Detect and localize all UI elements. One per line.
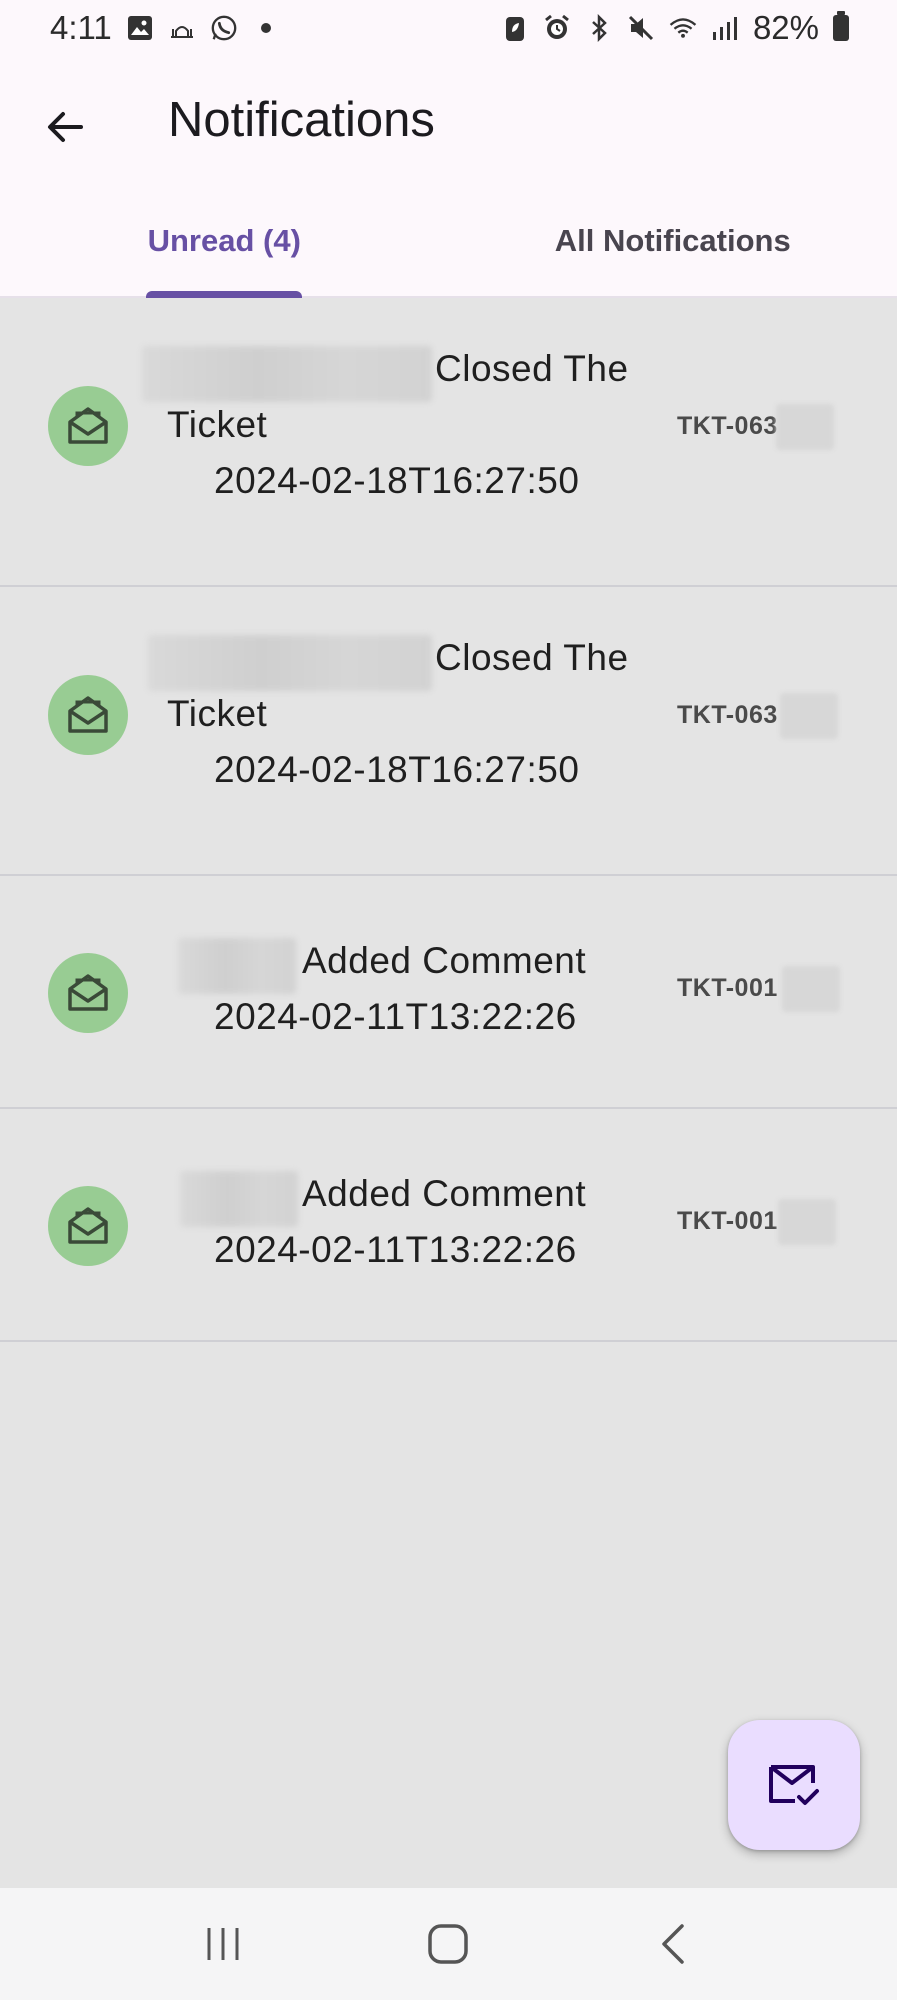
battery-icon [833,11,849,41]
recent-apps-icon [207,1928,239,1960]
mute-icon [627,14,655,42]
tab-unread[interactable]: Unread (4) [0,186,449,298]
notification-item[interactable]: Added Comment 2024-02-11T13:22:26 TKT-00… [0,1109,897,1342]
mail-open-icon [48,675,128,755]
ticket-id: TKT-063 [677,701,778,729]
notification-list: Closed The Ticket 2024-02-18T16:27:50 TK… [0,298,897,1888]
app-bar: Notifications [0,56,897,186]
notification-action: Closed The [435,348,629,389]
tab-active-indicator [146,291,303,298]
mark-all-read-button[interactable] [728,1720,860,1850]
tab-all-notifications-label: All Notifications [554,223,791,258]
page-title: Notifications [168,93,435,147]
signal-icon [711,14,739,42]
redacted-user-name [148,635,432,691]
recent-apps-button[interactable] [183,1904,263,1984]
redacted-user-name [180,1171,298,1227]
redacted-ticket-suffix [778,1199,836,1245]
mail-open-icon [48,1186,128,1266]
battery-saver-icon [501,14,529,42]
tab-all-notifications[interactable]: All Notifications [449,186,897,296]
dot-icon [252,14,280,42]
mail-open-icon [48,386,128,466]
status-bar: 4:11 82% [0,0,897,56]
back-button[interactable] [30,92,100,162]
notification-action: Added Comment [302,940,587,981]
notification-item[interactable]: Closed The Ticket 2024-02-18T16:27:50 TK… [0,587,897,876]
gallery-icon [126,14,154,42]
ticket-id: TKT-001 [677,974,778,1002]
home-button[interactable] [408,1904,488,1984]
home-icon [428,1924,469,1964]
system-nav-bar [0,1888,897,2000]
tab-bar: Unread (4) All Notifications [0,186,897,298]
notification-action: Added Comment [302,1173,587,1214]
ticket-id: TKT-001 [677,1207,778,1235]
mosque-icon [168,14,196,42]
notification-item[interactable]: Closed The Ticket 2024-02-18T16:27:50 TK… [0,298,897,587]
tab-unread-label: Unread (4) [147,223,301,258]
redacted-ticket-suffix [776,404,834,450]
ticket-id: TKT-063 [677,412,778,440]
status-left: 4:11 [50,9,280,47]
whatsapp-icon [210,14,238,42]
arrow-left-icon [48,112,83,142]
mail-open-icon [48,953,128,1033]
status-right: 82% [501,9,849,47]
redacted-user-name [178,938,296,994]
redacted-user-name [142,346,432,402]
notification-action: Closed The [435,637,629,678]
mark-all-read-icon [769,1765,819,1805]
nav-back-button[interactable] [634,1904,714,1984]
battery-percent: 82% [752,9,819,46]
status-time: 4:11 [50,9,112,46]
bluetooth-icon [585,14,613,42]
redacted-ticket-suffix [780,693,838,739]
notification-timestamp: 2024-02-11T13:22:26 [214,996,577,1037]
notification-item[interactable]: Added Comment 2024-02-11T13:22:26 TKT-00… [0,876,897,1109]
back-icon [662,1924,684,1964]
redacted-ticket-suffix [782,966,840,1012]
alarm-icon [543,14,571,42]
notification-action-line2: Ticket [167,404,268,445]
notification-timestamp: 2024-02-18T16:27:50 [214,460,580,501]
notification-timestamp: 2024-02-18T16:27:50 [214,749,580,790]
wifi-icon [669,14,697,42]
notification-timestamp: 2024-02-11T13:22:26 [214,1229,577,1270]
notification-action-line2: Ticket [167,693,268,734]
